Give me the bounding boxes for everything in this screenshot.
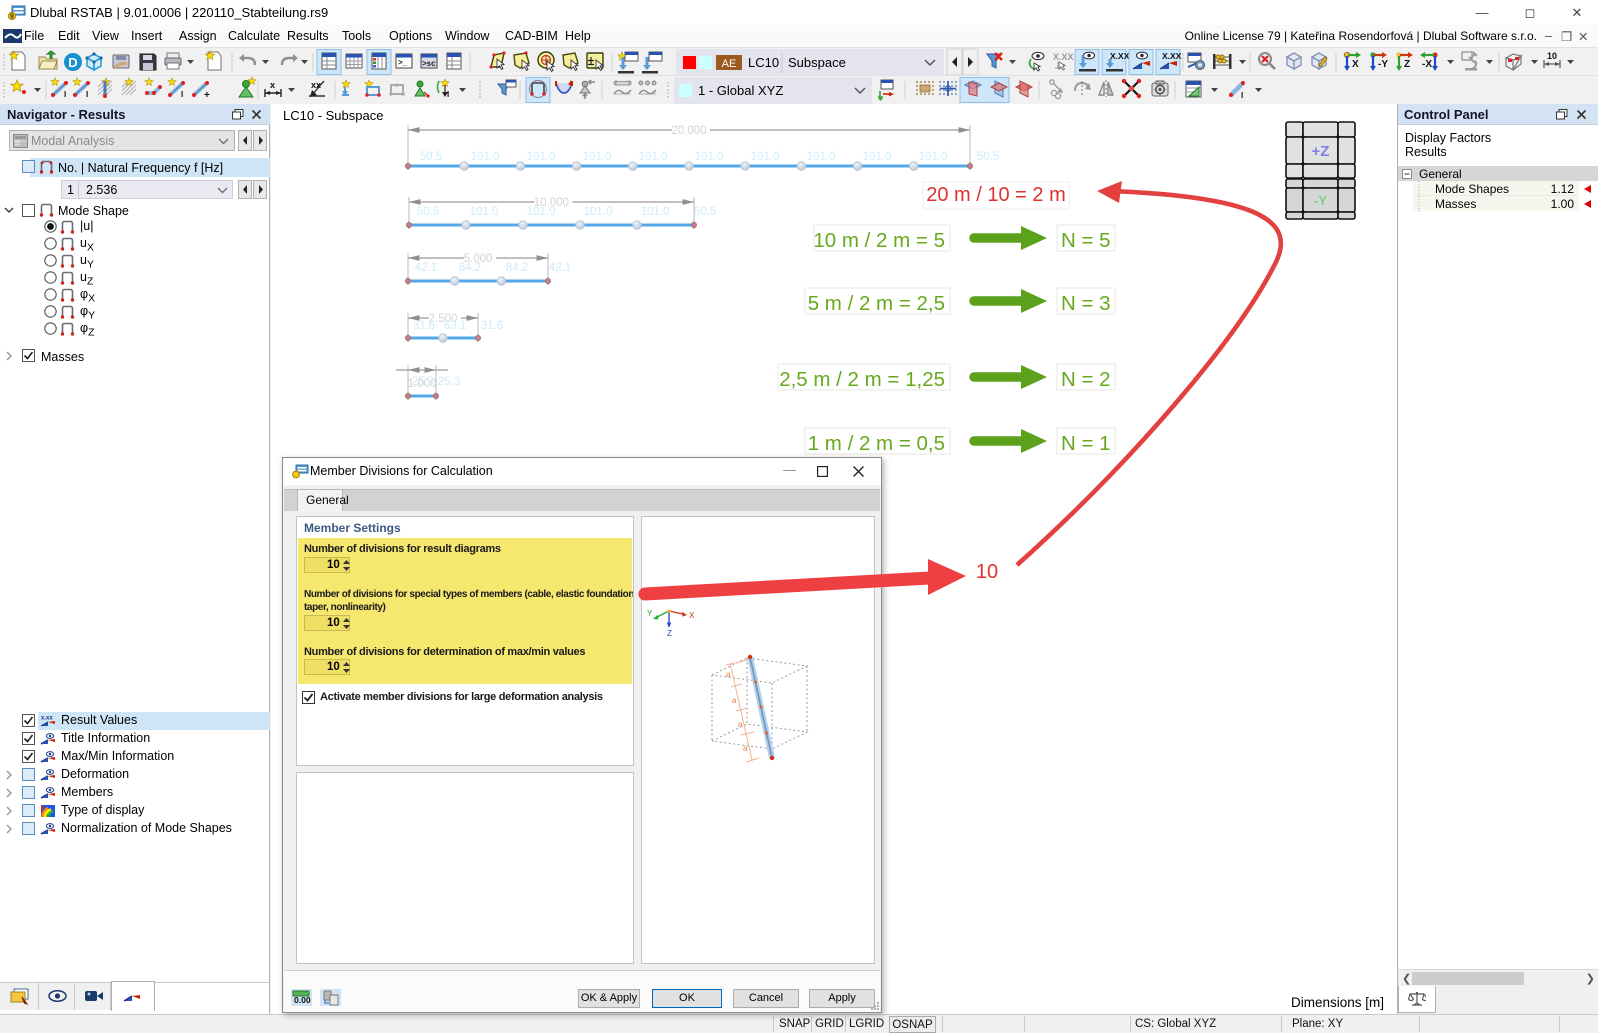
svg-text:>_: >_ <box>398 58 408 67</box>
svg-text:-Y: -Y <box>1378 59 1388 70</box>
svg-text:31.6: 31.6 <box>413 320 435 332</box>
svg-text:X: X <box>689 611 695 620</box>
svg-text:10: 10 <box>1547 51 1557 61</box>
svg-text:LC10 - Subspace: LC10 - Subspace <box>283 108 383 123</box>
svg-text:101.0: 101.0 <box>583 151 612 163</box>
svg-text:X.XX: X.XX <box>1162 51 1182 61</box>
svg-text:101.0: 101.0 <box>751 151 780 163</box>
svg-text:x.xx: x.xx <box>41 716 53 722</box>
svg-text:50.5: 50.5 <box>417 206 439 218</box>
svg-text:42.1: 42.1 <box>549 262 571 274</box>
svg-text:I: I <box>64 90 66 99</box>
svg-text:+: + <box>204 90 210 101</box>
svg-text:xx: xx <box>311 80 321 90</box>
svg-text:25.3: 25.3 <box>438 376 460 388</box>
svg-text:N = 3: N = 3 <box>1061 292 1111 315</box>
svg-text:2,5 m / 2 m = 1,25: 2,5 m / 2 m = 1,25 <box>779 368 945 391</box>
svg-text:x: x <box>270 80 275 90</box>
svg-text:101.0: 101.0 <box>807 151 836 163</box>
svg-text:101.0: 101.0 <box>470 206 499 218</box>
svg-text:a: a <box>743 744 748 753</box>
svg-text:LC10: LC10 <box>748 55 779 70</box>
svg-text:Z: Z <box>667 629 672 638</box>
svg-text:a: a <box>732 696 737 705</box>
svg-text:a: a <box>738 720 743 729</box>
svg-text:+Z: +Z <box>1312 143 1330 160</box>
svg-text:101.0: 101.0 <box>527 206 556 218</box>
svg-text:101.0: 101.0 <box>639 151 668 163</box>
svg-text:Subspace: Subspace <box>788 55 846 70</box>
svg-text:20.000: 20.000 <box>671 125 706 137</box>
svg-text:AE: AE <box>722 58 737 70</box>
svg-text:42.1: 42.1 <box>415 262 437 274</box>
svg-text:Y: Y <box>647 609 653 618</box>
svg-text:I: I <box>181 90 183 99</box>
svg-text:84.2: 84.2 <box>459 262 481 274</box>
svg-text:I: I <box>1241 91 1243 100</box>
svg-text:N = 2: N = 2 <box>1061 368 1111 391</box>
svg-text:9: 9 <box>10 14 14 21</box>
svg-text:-Y: -Y <box>1314 193 1327 208</box>
svg-text:101.0: 101.0 <box>641 206 670 218</box>
svg-text:X.XX: X.XX <box>1053 52 1074 62</box>
svg-text:31.6: 31.6 <box>481 320 503 332</box>
svg-text:I: I <box>447 90 449 99</box>
svg-text:-X: -X <box>1422 59 1432 70</box>
svg-text:101.0: 101.0 <box>695 151 724 163</box>
svg-text:84.2: 84.2 <box>506 262 528 274</box>
svg-text:63.1: 63.1 <box>444 320 466 332</box>
svg-text:101.0: 101.0 <box>863 151 892 163</box>
svg-text:5 m / 2 m = 2,5: 5 m / 2 m = 2,5 <box>808 292 945 315</box>
svg-text:Dimensions [m]: Dimensions [m] <box>1291 995 1384 1010</box>
svg-text:X: X <box>1352 59 1359 70</box>
svg-text:10 m / 2 m = 5: 10 m / 2 m = 5 <box>813 229 945 252</box>
svg-text:X.XX: X.XX <box>1110 51 1130 61</box>
svg-text:101.0: 101.0 <box>584 206 613 218</box>
svg-text:Z: Z <box>1404 59 1410 70</box>
svg-text:D: D <box>68 55 77 70</box>
svg-text:101.0: 101.0 <box>919 151 948 163</box>
svg-text:a: a <box>726 670 731 679</box>
svg-text:101.0: 101.0 <box>471 151 500 163</box>
svg-text:N = 1: N = 1 <box>1061 432 1111 455</box>
svg-text:50.5: 50.5 <box>977 151 999 163</box>
svg-text:25.3: 25.3 <box>412 376 434 388</box>
svg-text:50.5: 50.5 <box>694 206 716 218</box>
svg-text:20 m / 10 = 2 m: 20 m / 10 = 2 m <box>926 184 1066 206</box>
svg-text:101.0: 101.0 <box>527 151 556 163</box>
svg-text:I: I <box>86 90 88 99</box>
svg-text:1 m / 2 m = 0,5: 1 m / 2 m = 0,5 <box>808 432 945 455</box>
svg-text:50.5: 50.5 <box>420 151 442 163</box>
svg-text:1 - Global XYZ: 1 - Global XYZ <box>698 83 783 98</box>
svg-text:N = 5: N = 5 <box>1061 229 1111 252</box>
svg-text:0.00: 0.00 <box>294 995 311 1005</box>
svg-text:>sc: >sc <box>422 59 436 68</box>
